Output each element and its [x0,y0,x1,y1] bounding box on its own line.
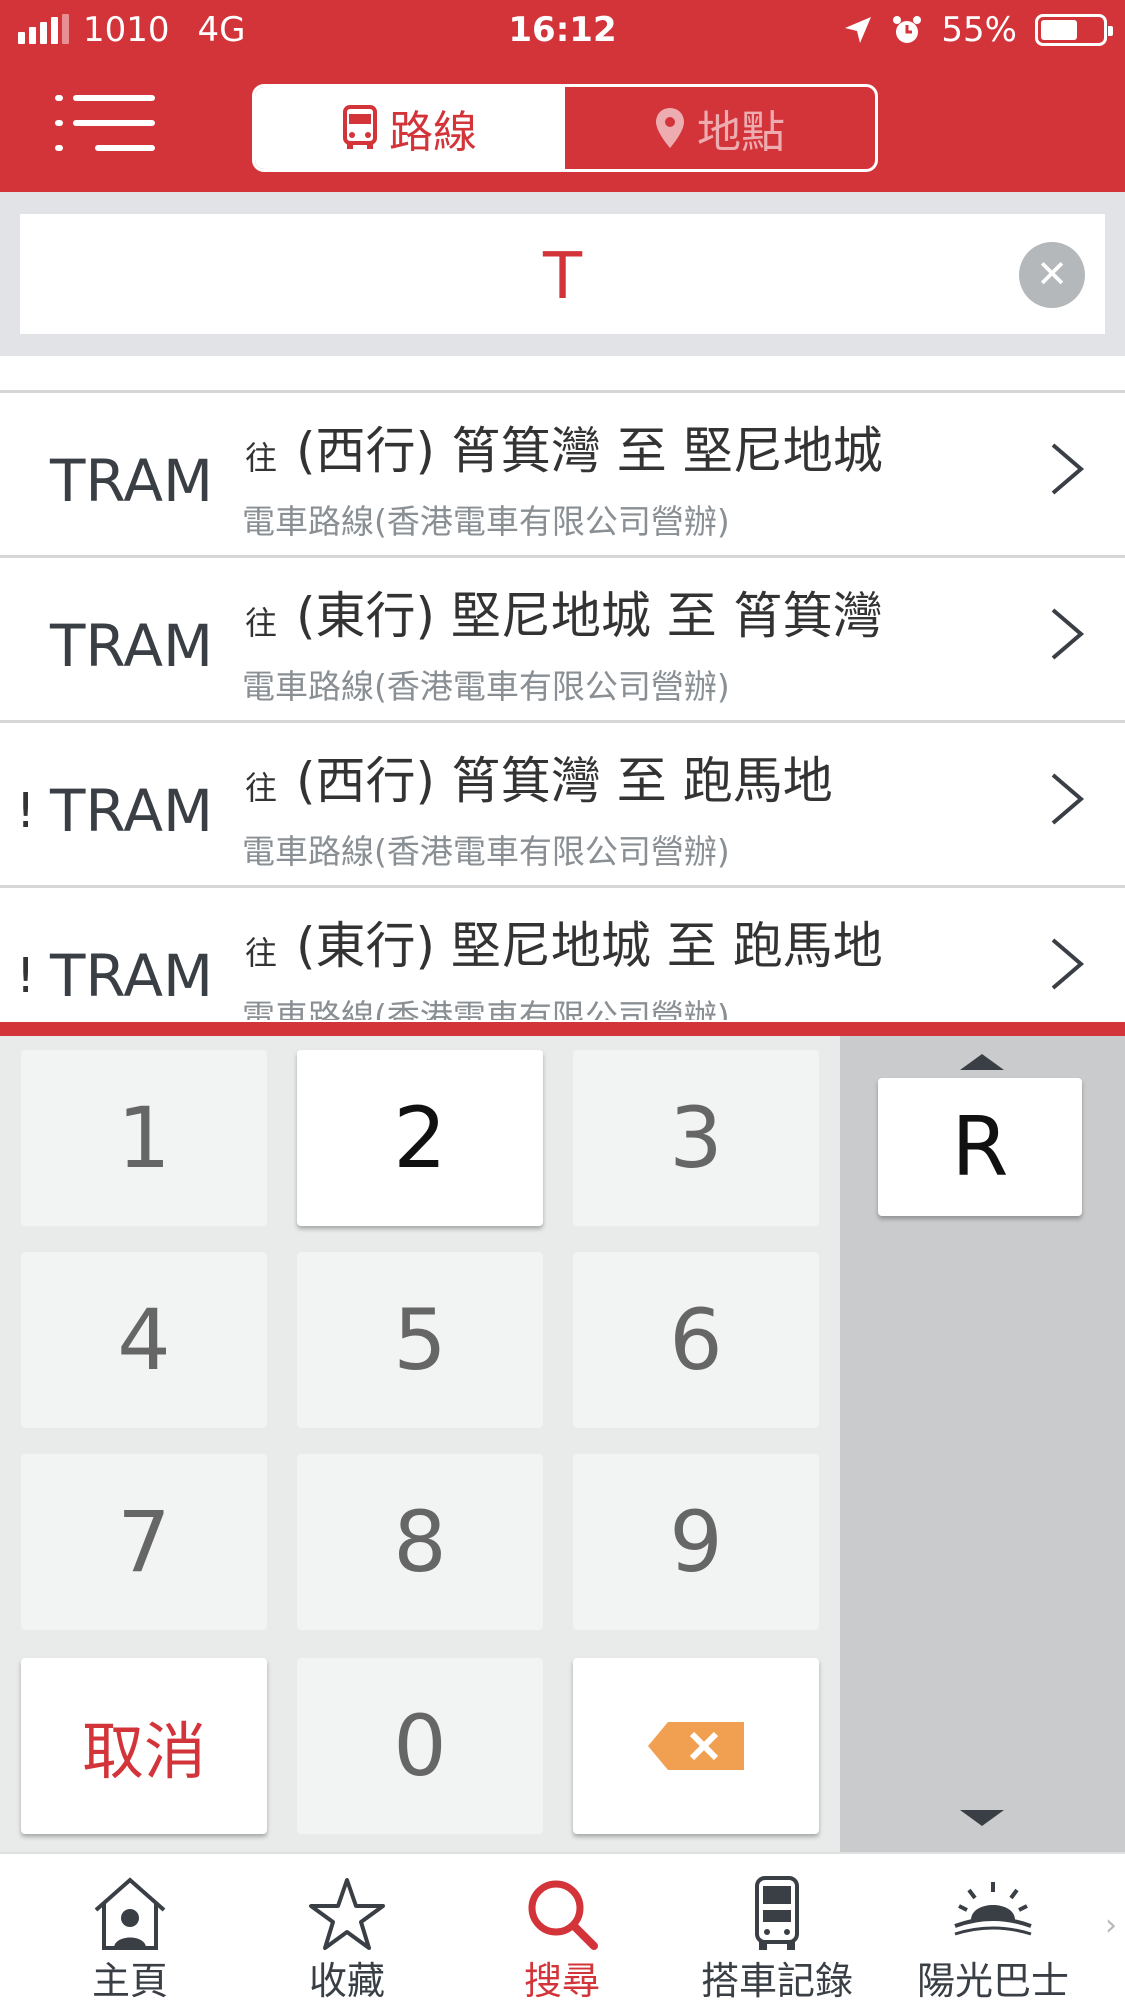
star-icon [309,1878,385,1950]
status-bar: 1010 4G 16:12 55% [0,0,1125,62]
route-code: TRAM [50,777,214,845]
route-code: TRAM [50,942,214,1010]
status-right: 55% [843,10,1113,50]
close-icon: ✕ [1036,252,1068,296]
key-9[interactable]: 9 [573,1454,819,1630]
sunshine-bus-icon [954,1882,1032,1936]
destination-prefix: 往 [245,934,278,972]
route-alert: ! [16,783,36,839]
bottom-tab-bar: 主頁 收藏 搜尋 搭車記錄 陽光巴士 › [0,1852,1125,2000]
app-header: 1010 4G 16:12 55% 路線 地點 [0,0,1125,192]
tab-home-label: 主頁 [91,1959,168,2000]
route-row[interactable]: TRAM 往 (東行) 堅尼地城 至 筲箕灣 電車路線(香港電車有限公司營辦) [0,558,1125,723]
key-8[interactable]: 8 [297,1454,543,1630]
chevron-right-icon [1051,938,1085,990]
route-code: TRAM [50,447,214,515]
tab-ride-history[interactable]: 搭車記錄 [677,1854,877,2000]
tab-home[interactable]: 主頁 [30,1854,230,2000]
cancel-button[interactable]: 取消 [21,1658,267,1834]
tab-search-label: 搜尋 [523,1959,600,2000]
home-icon [94,1877,166,1950]
backspace-button[interactable] [573,1658,819,1834]
route-operator: 電車路線(香港電車有限公司營辦) [242,502,730,541]
destination-prefix: 往 [245,604,278,642]
route-destination: (東行) 堅尼地城 至 跑馬地 [296,917,883,975]
tab-favourites-label: 收藏 [308,1959,385,2000]
route-destination: (西行) 筲箕灣 至 堅尼地城 [296,422,883,480]
tab-favourites[interactable]: 收藏 [247,1854,447,2000]
destination-prefix: 往 [245,439,278,477]
search-area: T ✕ [0,192,1125,356]
route-row[interactable]: TRAM 往 (西行) 筲箕灣 至 堅尼地城 電車路線(香港電車有限公司營辦) [0,393,1125,558]
route-destination: (東行) 堅尼地城 至 筲箕灣 [296,587,883,645]
clear-search-button[interactable]: ✕ [1019,242,1085,308]
key-3[interactable]: 3 [573,1050,819,1226]
tab-sunshine-bus-label: 陽光巴士 [916,1959,1069,2000]
battery-percent: 55% [941,10,1017,50]
tab-ride-history-label: 搭車記錄 [700,1959,853,2000]
location-arrow-icon [845,17,872,43]
scroll-down-icon[interactable] [960,1810,1004,1826]
route-alert: ! [16,948,36,1004]
location-pin-icon [656,108,684,148]
key-4[interactable]: 4 [21,1252,267,1428]
tab-routes-label: 路線 [389,107,477,158]
tab-sunshine-bus[interactable]: 陽光巴士 [893,1854,1093,2000]
tab-places-label: 地點 [697,107,785,158]
keypad-divider [0,1022,1125,1036]
key-7[interactable]: 7 [21,1454,267,1630]
tab-routes[interactable]: 路線 [255,87,565,169]
key-6[interactable]: 6 [573,1252,819,1428]
key-1[interactable]: 1 [21,1050,267,1226]
route-list: TRAM 往 (西行) 筲箕灣 至 堅尼地城 電車路線(香港電車有限公司營辦) … [0,390,1125,1020]
letter-picker: R [840,1036,1125,1852]
search-mode-switch: 路線 地點 [252,84,878,172]
route-operator: 電車路線(香港電車有限公司營辦) [242,667,730,706]
route-operator: 電車路線(香港電車有限公司營辦) [242,832,730,871]
bus-icon [343,105,377,149]
chevron-right-icon [1051,773,1085,825]
letter-key-r[interactable]: R [878,1078,1082,1216]
key-0[interactable]: 0 [297,1658,543,1834]
search-input[interactable]: T ✕ [20,214,1105,334]
bus-history-icon [755,1876,799,1950]
route-row[interactable]: ! TRAM 往 (西行) 筲箕灣 至 跑馬地 電車路線(香港電車有限公司營辦) [0,723,1125,888]
scroll-up-icon[interactable] [960,1054,1004,1070]
search-icon [528,1880,598,1950]
search-query: T [542,240,583,314]
alarm-icon [893,16,922,43]
route-row[interactable]: ! TRAM 往 (東行) 堅尼地城 至 跑馬地 電車路線(香港電車有限公司營辦… [0,888,1125,1020]
chevron-right-icon [1051,608,1085,660]
tab-search[interactable]: 搜尋 [462,1854,662,2000]
destination-prefix: 往 [245,769,278,807]
key-2[interactable]: 2 [297,1050,543,1226]
chevron-right-icon [1051,443,1085,495]
battery-icon [1035,14,1113,46]
route-operator: 電車路線(香港電車有限公司營辦) [242,997,730,1020]
route-code: TRAM [50,612,214,680]
tabbar-more-icon[interactable]: › [1105,1908,1117,1943]
tab-places[interactable]: 地點 [565,87,875,169]
backspace-icon [648,1722,744,1770]
route-destination: (西行) 筲箕灣 至 跑馬地 [296,752,833,810]
menu-button[interactable] [55,95,155,151]
key-5[interactable]: 5 [297,1252,543,1428]
numeric-keypad: 1 2 3 4 5 6 7 8 9 取消 0 [0,1036,840,1852]
